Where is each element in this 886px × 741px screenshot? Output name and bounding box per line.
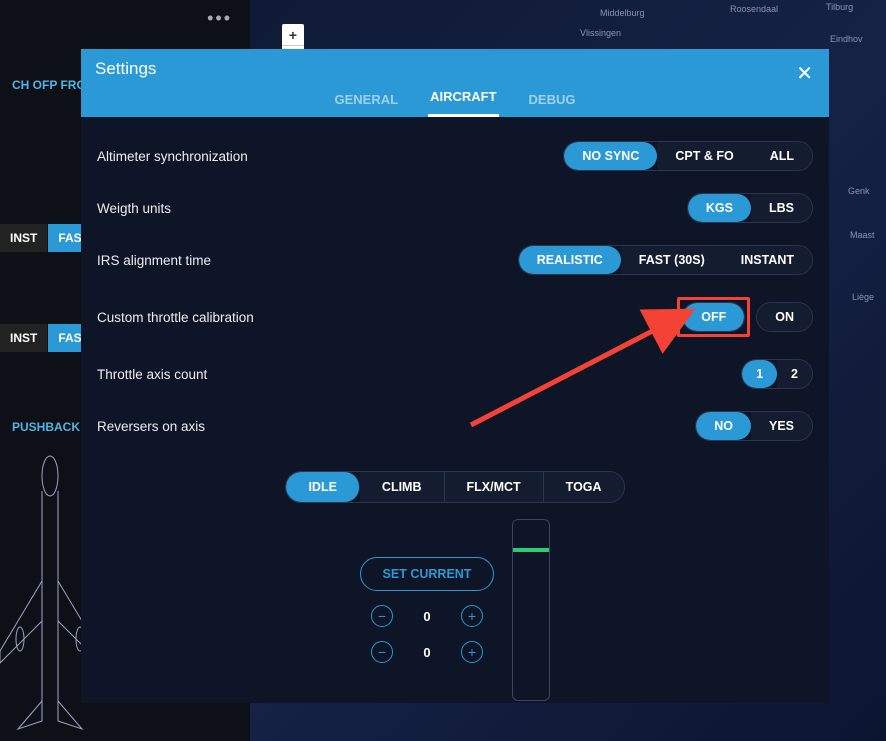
altimeter-toggle: NO SYNC CPT & FO ALL <box>563 141 813 171</box>
weight-opt-kgs[interactable]: KGS <box>688 194 751 222</box>
throttle-cal-opt-on[interactable]: ON <box>757 303 812 331</box>
weight-toggle: KGS LBS <box>687 193 813 223</box>
irs-opt-fast[interactable]: FAST (30S) <box>621 246 723 274</box>
reversers-opt-no[interactable]: NO <box>696 412 751 440</box>
altimeter-label: Altimeter synchronization <box>97 149 248 164</box>
detent-tabs: IDLE CLIMB FLX/MCT TOGA <box>285 471 624 503</box>
map-city-label: Maast <box>850 230 875 240</box>
set-current-button[interactable]: SET CURRENT <box>360 557 495 591</box>
axis-count-toggle: 1 2 <box>741 359 813 389</box>
settings-modal: Settings ✕ GENERAL AIRCRAFT DEBUG Altime… <box>81 49 829 703</box>
stepper-1-value: 0 <box>415 609 439 624</box>
stepper-2-value: 0 <box>415 645 439 660</box>
close-icon[interactable]: ✕ <box>796 61 813 86</box>
throttle-slider-marker <box>513 548 549 552</box>
irs-opt-realistic[interactable]: REALISTIC <box>519 246 621 274</box>
tab-aircraft[interactable]: AIRCRAFT <box>428 89 498 117</box>
map-city-label: Eindhov <box>830 34 863 44</box>
throttle-cal-toggle-on: ON <box>756 302 813 332</box>
reversers-label: Reversers on axis <box>97 419 205 434</box>
stepper-1-minus-button[interactable]: − <box>371 605 393 627</box>
reversers-opt-yes[interactable]: YES <box>751 412 812 440</box>
sidebar-btn-inst[interactable]: INST <box>0 224 48 252</box>
axis-count-opt-1[interactable]: 1 <box>742 360 777 388</box>
map-city-label: Roosendaal <box>730 4 778 14</box>
map-city-label: Vlissingen <box>580 28 621 38</box>
throttle-slider[interactable] <box>512 519 550 701</box>
stepper-1-plus-button[interactable]: + <box>461 605 483 627</box>
axis-count-label: Throttle axis count <box>97 367 207 382</box>
modal-title: Settings <box>81 49 829 89</box>
detent-toga[interactable]: TOGA <box>544 472 624 502</box>
map-city-label: Middelburg <box>600 8 645 18</box>
altimeter-opt-cptfo[interactable]: CPT & FO <box>657 142 751 170</box>
map-city-label: Genk <box>848 186 870 196</box>
weight-opt-lbs[interactable]: LBS <box>751 194 812 222</box>
weight-label: Weigth units <box>97 201 171 216</box>
irs-toggle: REALISTIC FAST (30S) INSTANT <box>518 245 813 275</box>
modal-header: Settings ✕ GENERAL AIRCRAFT DEBUG <box>81 49 829 117</box>
irs-label: IRS alignment time <box>97 253 211 268</box>
menu-dots-icon[interactable]: ••• <box>207 8 232 29</box>
sidebar-btn-inst[interactable]: INST <box>0 324 48 352</box>
map-city-label: Liège <box>852 292 874 302</box>
stepper-2-minus-button[interactable]: − <box>371 641 393 663</box>
altimeter-opt-all[interactable]: ALL <box>752 142 812 170</box>
detent-idle[interactable]: IDLE <box>286 472 359 502</box>
highlight-box: OFF <box>677 297 750 337</box>
detent-climb[interactable]: CLIMB <box>360 472 445 502</box>
tab-debug[interactable]: DEBUG <box>527 92 578 117</box>
throttle-cal-label: Custom throttle calibration <box>97 310 254 325</box>
stepper-2-plus-button[interactable]: + <box>461 641 483 663</box>
detent-flxmct[interactable]: FLX/MCT <box>445 472 544 502</box>
reversers-toggle: NO YES <box>695 411 813 441</box>
altimeter-opt-nosync[interactable]: NO SYNC <box>564 142 657 170</box>
zoom-in-button[interactable]: + <box>282 24 304 46</box>
irs-opt-instant[interactable]: INSTANT <box>723 246 812 274</box>
throttle-cal-opt-off[interactable]: OFF <box>683 303 744 331</box>
tab-general[interactable]: GENERAL <box>333 92 401 117</box>
map-city-label: Tilburg <box>826 2 853 12</box>
axis-count-opt-2[interactable]: 2 <box>777 360 812 388</box>
